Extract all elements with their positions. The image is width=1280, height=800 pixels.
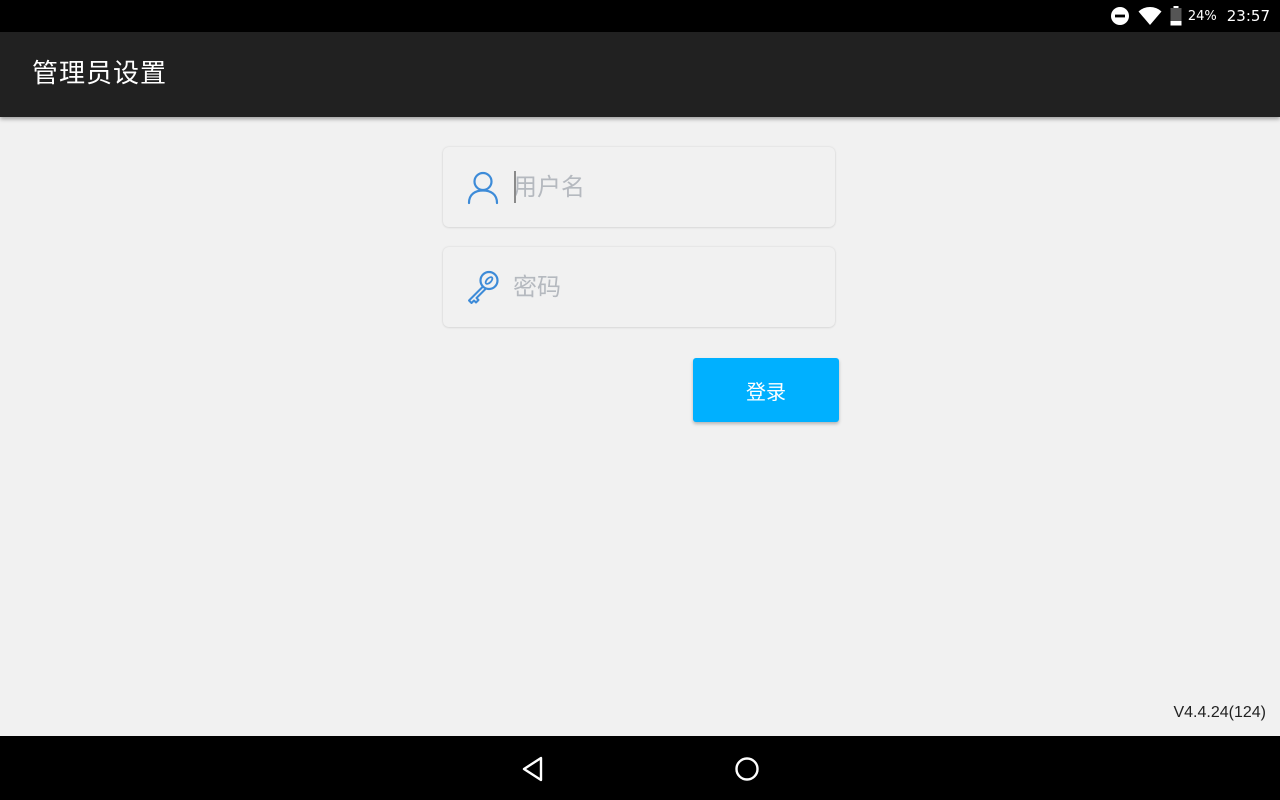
status-bar: 24% 23:57 <box>0 0 1280 32</box>
password-field[interactable] <box>443 247 835 327</box>
version-label: V4.4.24(124) <box>1173 704 1266 721</box>
text-cursor <box>514 171 516 203</box>
login-button[interactable]: 登录 <box>693 358 839 422</box>
home-icon[interactable] <box>730 752 764 786</box>
login-panel: 登录 V4.4.24(124) <box>0 117 1280 736</box>
user-icon <box>465 169 501 205</box>
wifi-icon <box>1138 6 1162 26</box>
back-icon[interactable] <box>516 752 550 786</box>
do-not-disturb-icon <box>1110 6 1130 26</box>
clock: 23:57 <box>1226 7 1270 25</box>
username-input[interactable] <box>513 167 813 207</box>
page-title: 管理员设置 <box>32 59 168 89</box>
status-icons: 24% 23:57 <box>1102 0 1270 32</box>
battery-percentage: 24% <box>1187 8 1217 24</box>
password-input[interactable] <box>513 267 813 307</box>
key-icon <box>465 269 501 305</box>
username-field[interactable] <box>443 147 835 227</box>
battery-icon <box>1170 6 1182 26</box>
app-bar: 管理员设置 <box>0 32 1280 117</box>
navigation-bar <box>0 736 1280 800</box>
